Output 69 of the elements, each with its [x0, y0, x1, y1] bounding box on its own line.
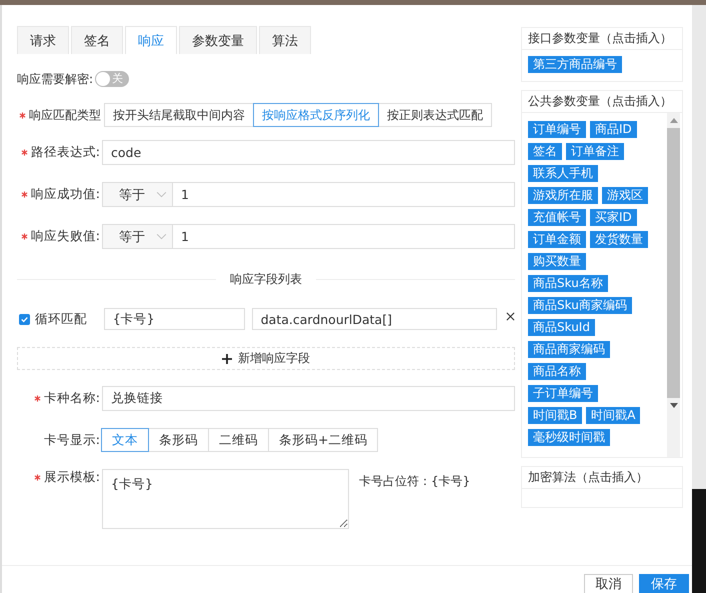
path-input[interactable]: code — [102, 140, 515, 165]
scroll-down-icon[interactable] — [670, 403, 678, 408]
plus-icon — [222, 354, 232, 364]
segment-option[interactable]: 按正则表达式匹配 — [378, 103, 492, 127]
variable-tag[interactable]: 充值帐号 — [528, 209, 586, 226]
segment-option[interactable]: 二维码 — [208, 428, 269, 452]
field-label: 响应匹配类型 — [29, 106, 101, 124]
save-button[interactable]: 保存 — [639, 574, 689, 593]
variable-tag[interactable]: 签名 — [528, 143, 562, 160]
section-title: 响应字段列表 — [230, 271, 302, 288]
value-input[interactable]: 1 — [173, 224, 515, 249]
value-input[interactable]: 1 — [173, 182, 515, 207]
variable-tag[interactable]: 商品商家编码 — [528, 341, 610, 358]
variable-tag[interactable]: 联系人手机 — [528, 165, 598, 182]
placeholder-hint: 卡号占位符：{卡号} — [359, 473, 470, 490]
variable-tag[interactable]: 订单备注 — [566, 143, 624, 160]
toggle-switch[interactable]: 关 — [95, 71, 130, 87]
segment-option[interactable]: 条形码+二维码 — [268, 428, 378, 452]
variable-tag[interactable]: 游戏所在服 — [528, 187, 598, 204]
cancel-button[interactable]: 取消 — [584, 574, 633, 593]
field-label: 展示模板: — [44, 469, 100, 486]
field-path-input[interactable]: data.cardnourlData[] — [252, 308, 498, 330]
variable-tag[interactable]: 子订单编号 — [528, 385, 598, 402]
segment-option[interactable]: 按响应格式反序列化 — [253, 103, 379, 127]
field-label: 卡种名称: — [44, 390, 100, 407]
card-name-input[interactable]: 兑换链接 — [102, 386, 515, 411]
variable-tag[interactable]: 商品Sku商家编码 — [528, 297, 632, 314]
field-label: 卡号显示: — [44, 432, 100, 448]
scrollbar[interactable] — [667, 113, 680, 457]
segment-option[interactable]: 条形码 — [148, 428, 209, 452]
tab[interactable]: 参数变量 — [179, 26, 257, 54]
tab[interactable]: 算法 — [259, 26, 311, 54]
variable-tag[interactable]: 购买数量 — [528, 253, 586, 270]
variable-tag[interactable]: 商品名称 — [528, 363, 586, 380]
scroll-up-icon[interactable] — [670, 118, 678, 123]
variable-tag[interactable]: 商品Sku名称 — [528, 275, 608, 292]
add-field-button[interactable]: 新增响应字段 — [17, 347, 515, 370]
field-label: 响应失败值: — [30, 228, 100, 245]
panel-title: 加密算法（点击插入） — [522, 467, 682, 489]
close-icon[interactable] — [506, 312, 515, 320]
chevron-down-icon — [156, 191, 167, 198]
variable-tag[interactable]: 商品ID — [590, 121, 637, 138]
field-label: 响应需要解密: — [17, 70, 94, 88]
variable-tag[interactable]: 发货数量 — [590, 231, 648, 248]
panel-title: 公共参数变量（点击插入） — [522, 91, 682, 113]
field-label: 路径表达式: — [30, 144, 100, 161]
field-label: 响应成功值: — [30, 186, 100, 203]
operator-dropdown[interactable]: 等于 — [102, 224, 173, 249]
tab[interactable]: 签名 — [71, 26, 123, 54]
variable-tag[interactable]: 时间戳A — [586, 407, 640, 424]
tab[interactable]: 响应 — [125, 26, 177, 54]
checkbox[interactable] — [19, 314, 30, 324]
variable-tag[interactable]: 订单编号 — [528, 121, 586, 138]
checkbox-label: 循环匹配 — [35, 310, 87, 328]
segment-option[interactable]: 按开头结尾截取中间内容 — [104, 103, 254, 127]
variable-tag[interactable]: 买家ID — [590, 209, 637, 226]
variable-tag[interactable]: 时间戳B — [528, 407, 582, 424]
variable-tag[interactable]: 毫秒级时间戳 — [528, 429, 610, 446]
field-name-input[interactable]: {卡号} — [104, 308, 245, 330]
variable-tag[interactable]: 游戏区 — [602, 187, 648, 204]
chevron-down-icon — [156, 233, 167, 240]
operator-dropdown[interactable]: 等于 — [102, 182, 173, 207]
panel-title: 接口参数变量（点击插入） — [522, 28, 682, 50]
template-textarea[interactable]: {卡号} — [102, 469, 349, 529]
variable-tag[interactable]: 第三方商品编号 — [528, 56, 622, 73]
variable-tag[interactable]: 商品SkuId — [528, 319, 595, 336]
segment-option[interactable]: 文本 — [101, 428, 149, 452]
variable-tag[interactable]: 订单金额 — [528, 231, 586, 248]
tab[interactable]: 请求 — [17, 26, 69, 54]
